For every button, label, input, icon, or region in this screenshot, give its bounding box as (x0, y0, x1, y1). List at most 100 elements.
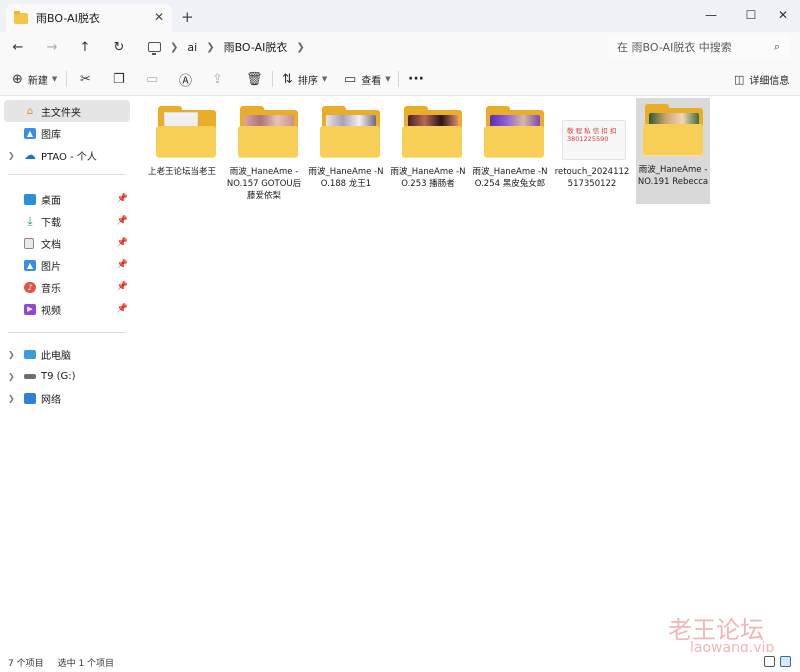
large-icons-view-toggle[interactable] (780, 656, 791, 667)
search-placeholder: 在 雨BO-AI脱衣 中搜索 (617, 41, 732, 54)
new-label: 新建 (27, 75, 48, 87)
pin-icon[interactable]: 📌 (117, 194, 128, 204)
sidebar-item-documents[interactable]: 文档 📌 (4, 232, 130, 254)
file-name: 雨波_HaneAme -NO.253 播肠者 (390, 167, 466, 189)
divider (272, 71, 273, 87)
command-bar: ⊕ 新建 ▼ ✂ ❐ ▭ Ⓐ ⇪ 🗑 ⇅ 排序 ▼ ▭ 查看 ▼ ··· ◫ 详… (0, 62, 800, 96)
up-button[interactable]: ↑ (75, 38, 95, 56)
delete-button[interactable]: 🗑 (246, 69, 263, 89)
pin-icon[interactable]: 📌 (117, 216, 128, 226)
copy-icon: ❐ (113, 71, 125, 87)
folder-icon (643, 124, 703, 156)
trash-icon: 🗑 (246, 71, 263, 87)
refresh-button[interactable]: ↻ (109, 38, 129, 56)
share-button[interactable]: ⇪ (212, 69, 223, 89)
download-icon: ⤓ (27, 213, 33, 228)
maximize-button[interactable]: ☐ (734, 0, 768, 30)
pin-icon[interactable]: 📌 (117, 304, 128, 314)
selection-count: 选中 1 个项目 (57, 658, 115, 669)
search-icon: ⌕ (773, 40, 780, 53)
chevron-right-icon[interactable]: ❯ (8, 372, 15, 381)
details-view-toggle[interactable] (764, 656, 775, 667)
home-icon: ⌂ (26, 105, 34, 117)
sidebar-item-network[interactable]: ❯ 网络 (4, 387, 130, 409)
breadcrumb-item[interactable]: ai (187, 41, 197, 54)
sidebar-item-gallery[interactable]: ▲ 图库 (4, 122, 130, 144)
file-name: 上老王论坛当老王 (147, 167, 216, 177)
tab-current[interactable]: 雨BO-AI脱衣 ✕ (6, 4, 172, 32)
folder-item[interactable]: 雨波_HaneAme -NO.188 龙王1 (308, 100, 384, 204)
more-button[interactable]: ··· (408, 69, 424, 89)
details-pane-icon: ◫ (734, 72, 745, 86)
pin-icon[interactable]: 📌 (117, 260, 128, 270)
details-label: 详细信息 (749, 75, 790, 87)
paste-button[interactable]: ▭ (146, 69, 158, 89)
chevron-right-icon[interactable]: ❯ (8, 350, 15, 359)
sort-icon: ⇅ (282, 71, 293, 87)
sort-button[interactable]: ⇅ 排序 ▼ (282, 69, 327, 89)
chevron-right-icon: ❯ (170, 41, 179, 53)
status-bar: 7 个项目 选中 1 个项目 (0, 652, 800, 672)
sidebar-item-videos[interactable]: ▶ 视频 📌 (4, 298, 130, 320)
sidebar-item-label: 音乐 (41, 283, 61, 295)
chevron-right-icon[interactable]: ❯ (8, 394, 15, 403)
new-button[interactable]: ⊕ 新建 ▼ (12, 69, 57, 89)
sidebar-item-home[interactable]: ⌂ 主文件夹 (4, 100, 130, 122)
sidebar-item-label: 下载 (41, 217, 61, 229)
folder-item[interactable]: 雨波_HaneAme - NO.157 GOTOU后藤爱依梨 (226, 100, 302, 204)
chevron-right-icon[interactable]: ❯ (8, 151, 15, 160)
view-label: 查看 (361, 75, 382, 87)
minimize-button[interactable]: — (694, 0, 728, 30)
view-icon: ▭ (344, 71, 357, 87)
address-bar: ← → ↑ ↻ ❯ ai ❯ 雨BO-AI脱衣 ❯ 在 雨BO-AI脱衣 中搜索… (0, 32, 800, 62)
folder-icon (238, 126, 298, 158)
sidebar-item-label: T9 (G:) (41, 370, 76, 382)
sidebar-item-label: 此电脑 (41, 350, 71, 362)
folder-item[interactable]: 雨波_HaneAme -NO.253 播肠者 (390, 100, 466, 204)
sidebar-item-this-pc[interactable]: ❯ 此电脑 (4, 343, 130, 365)
rename-button[interactable]: Ⓐ (179, 69, 192, 89)
chevron-right-icon: ❯ (206, 41, 215, 53)
divider (8, 174, 126, 175)
image-thumbnail: 敬 程 私 信 扣 扣 3801225590 (562, 120, 626, 160)
sidebar-item-drive[interactable]: ❯ T9 (G:) (4, 365, 130, 387)
file-name: retouch_2024112517350122 (554, 167, 630, 189)
folder-icon (14, 10, 28, 24)
chevron-down-icon: ▼ (51, 75, 58, 83)
breadcrumb-item[interactable]: 雨BO-AI脱衣 (224, 39, 288, 55)
folder-item[interactable]: 雨波_HaneAme -NO.254 黑皮兔女郎 (472, 100, 548, 204)
sidebar-item-music[interactable]: ♪ 音乐 📌 (4, 276, 130, 298)
folder-item[interactable]: 上老王论坛当老王 (144, 100, 220, 204)
drive-icon (24, 373, 36, 379)
music-icon: ♪ (24, 281, 36, 293)
sidebar-item-downloads[interactable]: ⤓ 下载 📌 (4, 210, 130, 232)
breadcrumb[interactable]: ❯ ai ❯ 雨BO-AI脱衣 ❯ (138, 35, 600, 59)
search-input[interactable]: 在 雨BO-AI脱衣 中搜索 ⌕ (607, 35, 790, 59)
cut-button[interactable]: ✂ (80, 69, 91, 89)
forward-button[interactable]: → (42, 38, 62, 56)
tab-title: 雨BO-AI脱衣 (36, 12, 100, 25)
cloud-icon: ☁ (24, 148, 36, 162)
tab-close-icon[interactable]: ✕ (154, 10, 164, 24)
file-name: 雨波_HaneAme -NO.191 Rebecca (637, 165, 709, 187)
details-pane-button[interactable]: ◫ 详细信息 (734, 69, 789, 89)
sidebar-item-desktop[interactable]: 桌面 📌 (4, 188, 130, 210)
paste-icon: ▭ (146, 71, 159, 87)
plus-circle-icon: ⊕ (12, 71, 23, 87)
view-button[interactable]: ▭ 查看 ▼ (344, 69, 391, 89)
file-name: 雨波_HaneAme - NO.157 GOTOU后藤爱依梨 (226, 167, 302, 201)
chevron-right-icon: ❯ (296, 41, 305, 53)
file-list: 上老王论坛当老王 雨波_HaneAme - NO.157 GOTOU后藤爱依梨 … (138, 96, 798, 652)
file-name: 雨波_HaneAme -NO.188 龙王1 (308, 167, 384, 189)
copy-button[interactable]: ❐ (113, 69, 125, 89)
file-name: 雨波_HaneAme -NO.254 黑皮兔女郎 (472, 167, 548, 189)
sidebar-item-onedrive[interactable]: ❯ ☁ PTAO - 个人 (4, 144, 130, 166)
close-button[interactable]: ✕ (766, 0, 800, 30)
back-button[interactable]: ← (8, 38, 28, 56)
pin-icon[interactable]: 📌 (117, 238, 128, 248)
image-file-item[interactable]: 敬 程 私 信 扣 扣 3801225590 retouch_202411251… (554, 100, 630, 204)
sidebar-item-pictures[interactable]: ▲ 图片 📌 (4, 254, 130, 276)
new-tab-button[interactable]: + (181, 8, 194, 26)
folder-item-selected[interactable]: 雨波_HaneAme -NO.191 Rebecca (636, 98, 710, 204)
pin-icon[interactable]: 📌 (117, 282, 128, 292)
